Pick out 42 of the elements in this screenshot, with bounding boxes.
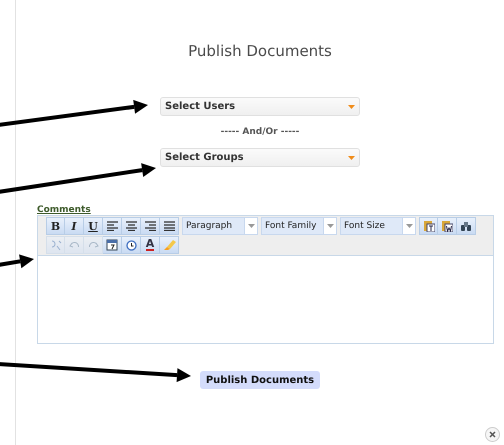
clock-icon bbox=[126, 240, 136, 250]
close-icon bbox=[489, 431, 496, 438]
caret-icon bbox=[248, 224, 254, 228]
pointer-arrow bbox=[0, 254, 34, 268]
caret-icon bbox=[326, 224, 334, 228]
toolbar-dropdown[interactable]: Paragraph bbox=[182, 217, 258, 235]
align-left-icon bbox=[106, 221, 118, 231]
align-left-button[interactable] bbox=[103, 217, 122, 235]
caret-icon bbox=[406, 224, 412, 228]
align-right-button[interactable] bbox=[141, 217, 160, 235]
insert-time-button[interactable] bbox=[122, 236, 141, 254]
groups-dropdown[interactable]: Select Groups bbox=[160, 148, 360, 167]
comments-label: Comments bbox=[37, 205, 91, 215]
clipboard-icon bbox=[422, 220, 434, 232]
calendar-icon bbox=[106, 239, 118, 251]
toolbar-dropdown[interactable]: Font Family bbox=[261, 217, 337, 235]
close-button[interactable] bbox=[485, 427, 500, 442]
justify-icon bbox=[164, 221, 174, 231]
separator-text: ----- And/Or ----- bbox=[220, 127, 300, 137]
bold-button[interactable]: B bbox=[46, 217, 65, 235]
caret-icon bbox=[348, 104, 355, 108]
binoculars-icon bbox=[460, 220, 472, 232]
align-right-icon bbox=[144, 221, 156, 231]
paste-text-button[interactable] bbox=[419, 217, 438, 235]
users-dropdown[interactable]: Select Users bbox=[160, 97, 360, 116]
highlighter-icon bbox=[162, 239, 176, 251]
clipboard-icon bbox=[441, 220, 453, 232]
undo-icon bbox=[68, 240, 80, 250]
insert-date-button[interactable] bbox=[103, 236, 122, 254]
text-color-button[interactable]: A bbox=[141, 236, 160, 254]
align-center-button[interactable] bbox=[122, 217, 141, 235]
dialog-title: Publish Documents bbox=[188, 42, 332, 62]
italic-button[interactable]: I bbox=[65, 217, 84, 235]
paste-word-button[interactable] bbox=[438, 217, 457, 235]
caret-icon bbox=[348, 156, 355, 160]
underline-button[interactable]: U bbox=[84, 217, 103, 235]
publish-documents-button[interactable]: Publish Documents bbox=[200, 371, 320, 389]
redo-icon bbox=[88, 240, 98, 250]
find-button[interactable] bbox=[457, 217, 476, 235]
justify-button[interactable] bbox=[160, 217, 179, 235]
align-center-icon bbox=[126, 221, 136, 231]
toolbar-dropdown[interactable]: Font Size bbox=[340, 217, 416, 235]
